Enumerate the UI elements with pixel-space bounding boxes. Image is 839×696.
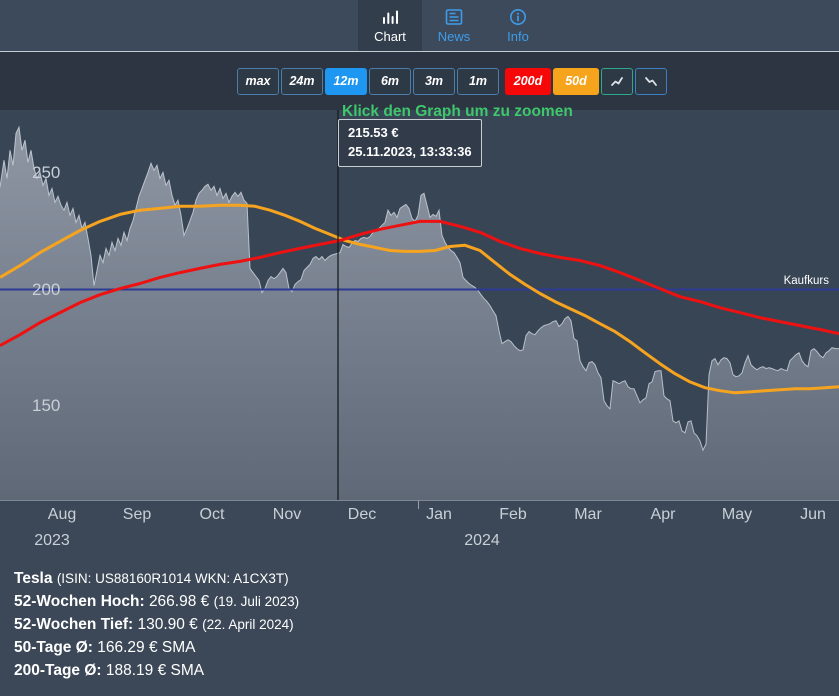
price-chart[interactable] <box>0 110 839 500</box>
tab-chart[interactable]: Chart <box>358 0 422 51</box>
trend-down-icon <box>643 73 659 89</box>
year-label: 2023 <box>34 532 70 550</box>
x-tick-label: Oct <box>200 506 225 524</box>
chart-icon <box>379 7 401 27</box>
range-button-6m[interactable]: 6m <box>369 68 411 95</box>
range-button-max[interactable]: max <box>237 68 279 95</box>
nav-tabs: Chart News Info <box>358 0 550 51</box>
info-value: 166.29 € SMA <box>97 639 195 656</box>
info-label: 200-Tage Ø: <box>14 662 102 679</box>
info-row: 52-Wochen Tief: 130.90 € (22. April 2024… <box>14 613 299 636</box>
tab-news[interactable]: News <box>422 0 486 51</box>
trend-up-icon <box>609 73 625 89</box>
kaufkurs-label: Kaufkurs <box>784 275 829 287</box>
range-button-24m[interactable]: 24m <box>281 68 323 95</box>
info-row: Tesla (ISIN: US88160R1014 WKN: A1CX3T) <box>14 567 299 590</box>
x-axis: Aug Sep Oct Nov Dec Jan Feb Mar Apr May Jun 2023 202… <box>0 500 839 560</box>
x-tick-label: Apr <box>651 506 676 524</box>
info-note: (19. Juli 2023) <box>214 594 300 609</box>
x-tick-label: Nov <box>273 506 301 524</box>
info-icon <box>507 7 529 27</box>
x-tick-label: May <box>722 506 752 524</box>
range-button-1m[interactable]: 1m <box>457 68 499 95</box>
info-row: 50-Tage Ø: 166.29 € SMA <box>14 636 299 659</box>
trend-down-button[interactable] <box>635 68 667 95</box>
tab-info-label: Info <box>507 29 529 44</box>
toolbar: max24m12m6m3m1m200d50d <box>0 52 839 110</box>
price-area <box>0 127 839 500</box>
tab-news-label: News <box>438 29 471 44</box>
chart-area[interactable]: Kaufkurs 250 200 150 <box>0 110 839 500</box>
info-label: 52-Wochen Hoch: <box>14 593 145 610</box>
price-tooltip: 215.53 € 25.11.2023, 13:33:36 <box>338 119 482 167</box>
info-value: 130.90 € <box>137 616 197 633</box>
trend-up-button[interactable] <box>601 68 633 95</box>
y-tick-label: 250 <box>32 163 60 183</box>
info-note: (22. April 2024) <box>202 617 294 632</box>
info-row: 200-Tage Ø: 188.19 € SMA <box>14 659 299 682</box>
tooltip-price: 215.53 € <box>348 123 472 142</box>
x-tick-label: Dec <box>348 506 376 524</box>
info-note: (ISIN: US88160R1014 WKN: A1CX3T) <box>57 571 289 586</box>
info-label: 52-Wochen Tief: <box>14 616 133 633</box>
year-divider-tick <box>418 501 419 509</box>
y-tick-label: 200 <box>32 280 60 300</box>
range-button-12m[interactable]: 12m <box>325 68 367 95</box>
range-button-50d[interactable]: 50d <box>553 68 599 95</box>
info-value: 188.19 € SMA <box>106 662 204 679</box>
x-tick-label: Mar <box>574 506 602 524</box>
app: Chart News Info max24m12m6m3m1m200d50d <box>0 0 839 696</box>
range-button-3m[interactable]: 3m <box>413 68 455 95</box>
x-tick-label: Sep <box>123 506 151 524</box>
info-label: 50-Tage Ø: <box>14 639 93 656</box>
x-tick-label: Jun <box>800 506 826 524</box>
tab-info[interactable]: Info <box>486 0 550 51</box>
x-tick-label: Feb <box>499 506 527 524</box>
x-tick-label: Jan <box>426 506 452 524</box>
y-tick-label: 150 <box>32 396 60 416</box>
year-label: 2024 <box>464 532 500 550</box>
info-row: 52-Wochen Hoch: 266.98 € (19. Juli 2023) <box>14 590 299 613</box>
x-tick-label: Aug <box>48 506 76 524</box>
news-icon <box>443 7 465 27</box>
tooltip-datetime: 25.11.2023, 13:33:36 <box>348 142 472 161</box>
info-value: 266.98 € <box>149 593 209 610</box>
range-button-200d[interactable]: 200d <box>505 68 551 95</box>
range-toolbar: max24m12m6m3m1m200d50d <box>237 68 669 95</box>
info-label: Tesla <box>14 570 53 587</box>
top-nav: Chart News Info <box>0 0 839 52</box>
tab-chart-label: Chart <box>374 29 406 44</box>
stock-info: Tesla (ISIN: US88160R1014 WKN: A1CX3T)52… <box>14 567 299 682</box>
